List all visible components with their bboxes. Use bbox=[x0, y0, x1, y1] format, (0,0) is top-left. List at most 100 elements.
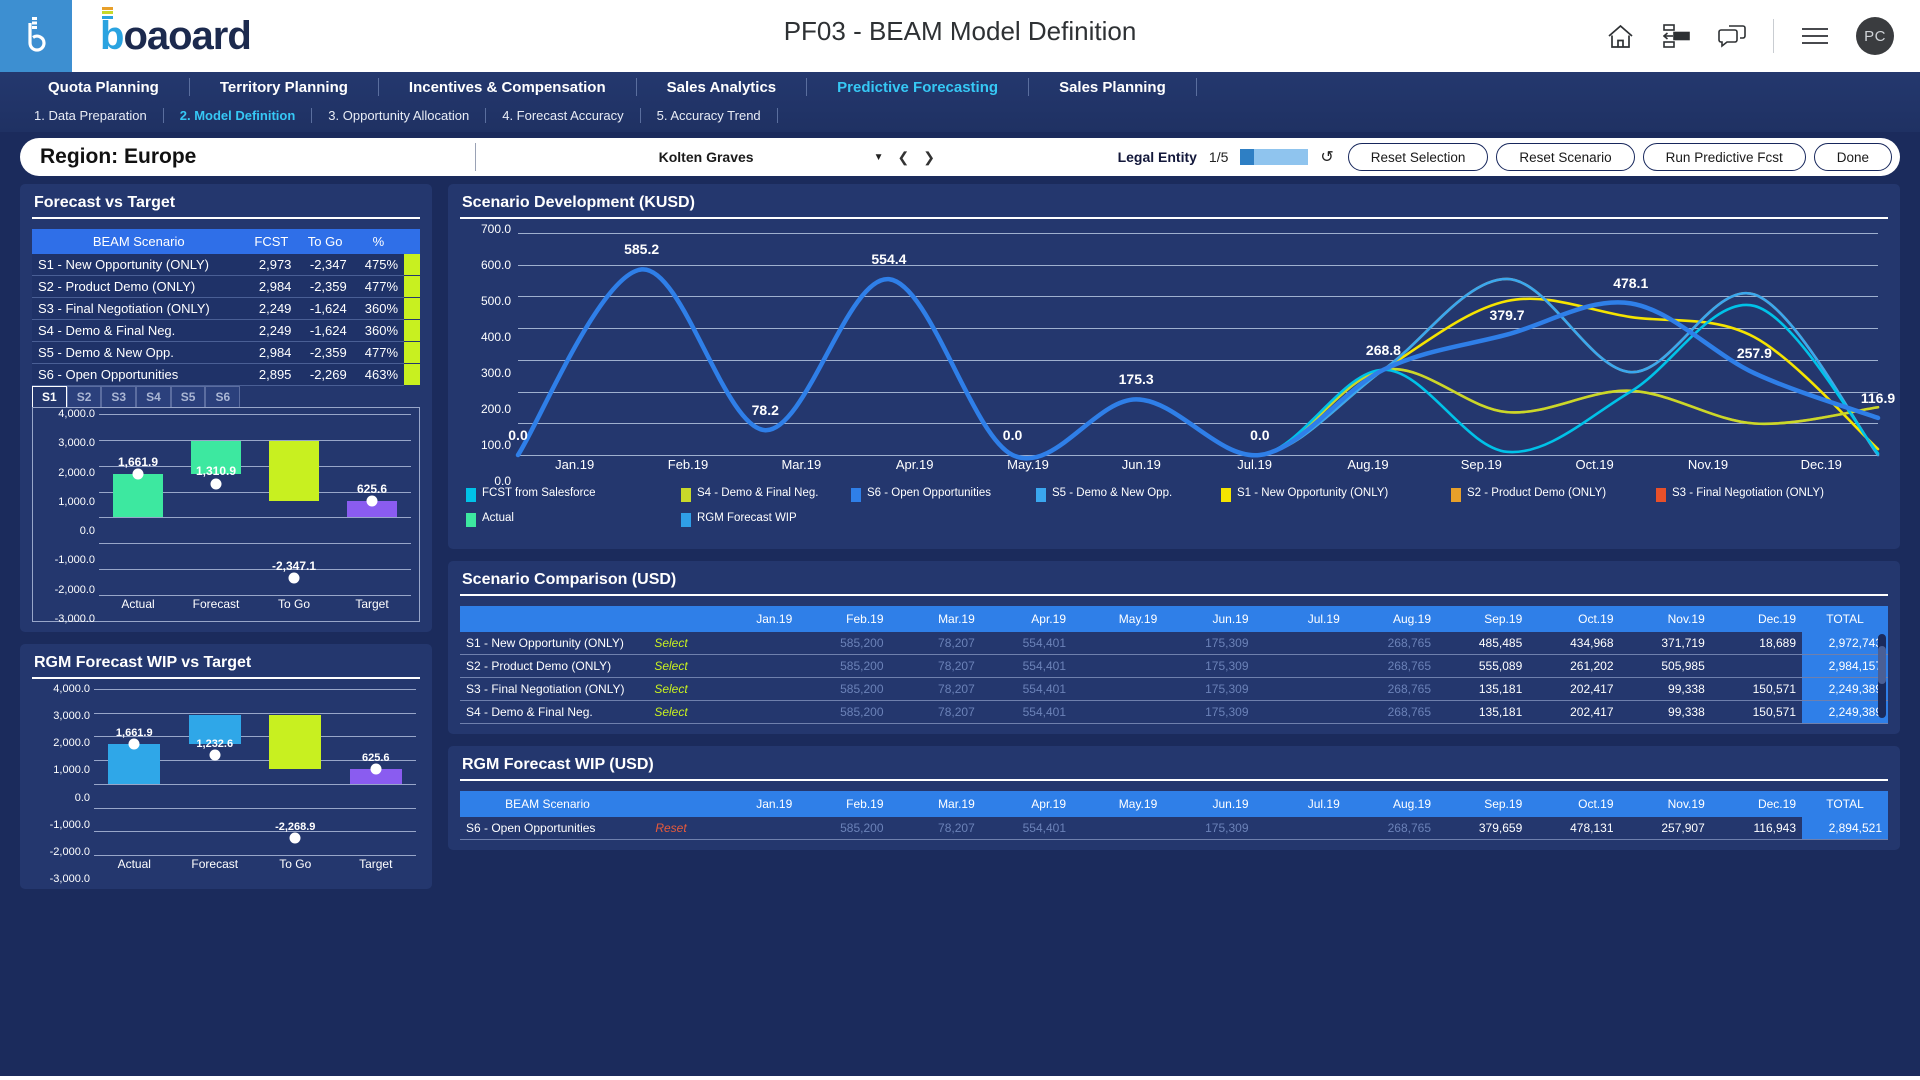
table-header-row: BEAM Scenario FCST To Go% bbox=[32, 229, 420, 254]
plot-area: 1,661.9 1,232.6 -2,268.9 625.6 bbox=[94, 689, 416, 856]
legend-item[interactable]: S4 - Demo & Final Neg. bbox=[681, 487, 851, 502]
scenario-tab-s5[interactable]: S5 bbox=[170, 386, 206, 407]
table-row[interactable]: S1 - New Opportunity (ONLY) Select 585,200… bbox=[460, 632, 1888, 655]
rgm-forecast-wip-table: BEAM Scenario Jan.19 Feb.19 Mar.19 Apr.19 May… bbox=[460, 791, 1888, 840]
table-row[interactable]: S4 - Demo & Final Neg. 2,249 -1,624 360% bbox=[32, 319, 420, 342]
nav-item-quota-planning[interactable]: Quota Planning bbox=[18, 79, 189, 96]
column-header: Jun.19 bbox=[1163, 606, 1255, 632]
data-label: 379.7 bbox=[1489, 306, 1525, 323]
reset-scenario-button[interactable]: Reset Scenario bbox=[1496, 143, 1635, 171]
nav-item-sales-planning[interactable]: Sales Planning bbox=[1029, 79, 1196, 96]
legend-item[interactable]: S1 - New Opportunity (ONLY) bbox=[1221, 487, 1451, 502]
x-axis-tick: Oct.19 bbox=[1575, 457, 1614, 472]
table-row[interactable]: S2 - Product Demo (ONLY) 2,984 -2,359 477% bbox=[32, 275, 420, 298]
table-cell: 135,181 bbox=[1437, 700, 1529, 724]
plot-area: 0.0 585.2 78.2 554.4 0.0 175.3 0.0 268.8 379.7 47… bbox=[518, 233, 1878, 455]
scenario-comparison-scroll[interactable]: Jan.19 Feb.19 Mar.19 Apr.19 May.19 Jun.19 Jul.… bbox=[460, 606, 1888, 724]
data-label: 0.0 bbox=[1250, 427, 1270, 444]
table-row[interactable]: S3 - Final Negotiation (ONLY) 2,249 -1,624… bbox=[32, 297, 420, 320]
column-header: Feb.19 bbox=[798, 606, 890, 632]
select-link[interactable]: Select bbox=[635, 700, 707, 724]
x-axis-tick: Actual bbox=[121, 597, 155, 611]
subnav-item-5-accuracy-trend[interactable]: 5. Accuracy Trend bbox=[641, 108, 777, 123]
subnav-item-1-data-preparation[interactable]: 1. Data Preparation bbox=[18, 108, 163, 123]
reset-selection-button[interactable]: Reset Selection bbox=[1347, 143, 1489, 171]
reset-link[interactable]: Reset bbox=[635, 817, 707, 840]
subnav-divider bbox=[776, 107, 778, 123]
percent-indicator-bar bbox=[404, 341, 420, 364]
reload-icon[interactable]: ↺ bbox=[1320, 147, 1333, 167]
table-cell: 78,207 bbox=[889, 723, 981, 724]
avatar[interactable]: PC bbox=[1856, 17, 1894, 55]
table-cell: 585,200 bbox=[798, 677, 890, 701]
data-label: 625.6 bbox=[356, 481, 388, 496]
scenario-tab-s6[interactable]: S6 bbox=[205, 386, 241, 407]
home-icon[interactable] bbox=[1605, 21, 1635, 51]
select-link[interactable]: Select bbox=[635, 677, 707, 701]
vertical-scrollbar[interactable] bbox=[1878, 634, 1886, 718]
nav-item-predictive-forecasting[interactable]: Predictive Forecasting bbox=[807, 79, 1028, 96]
row-label: S5 - Demo & New Opp. bbox=[460, 723, 635, 724]
table-row[interactable]: S5 - Demo & New Opp. 2,984 -2,359 477% bbox=[32, 341, 420, 364]
scenario-tab-s4[interactable]: S4 bbox=[136, 386, 171, 407]
legend-item[interactable]: Actual bbox=[466, 512, 681, 527]
data-point-marker bbox=[128, 738, 140, 750]
legend-item[interactable]: S5 - Demo & New Opp. bbox=[1036, 487, 1221, 502]
table-row[interactable]: S1 - New Opportunity (ONLY) 2,973 -2,347 47… bbox=[32, 254, 420, 276]
select-link[interactable]: Select bbox=[635, 723, 707, 724]
table-cell: S3 - Final Negotiation (ONLY) bbox=[32, 297, 246, 320]
table-row[interactable]: S3 - Final Negotiation (ONLY) Select 585,2… bbox=[460, 677, 1888, 701]
nav-item-incentives-compensation[interactable]: Incentives & Compensation bbox=[379, 79, 636, 96]
scrollbar-thumb[interactable] bbox=[1878, 645, 1886, 685]
subnav-item-4-forecast-accuracy[interactable]: 4. Forecast Accuracy bbox=[486, 108, 639, 123]
legend-item[interactable]: S2 - Product Demo (ONLY) bbox=[1451, 487, 1656, 502]
scenario-tab-s3[interactable]: S3 bbox=[101, 386, 137, 407]
done-button[interactable]: Done bbox=[1813, 143, 1892, 171]
grid-line bbox=[99, 569, 411, 571]
legend-item[interactable]: RGM Forecast WIP bbox=[681, 512, 896, 527]
board-logo-mark[interactable] bbox=[0, 0, 72, 72]
layout-panel-icon[interactable] bbox=[1661, 21, 1691, 51]
scenario-tab-s1[interactable]: S1 bbox=[32, 386, 67, 407]
table-cell: 78,207 bbox=[889, 817, 981, 840]
progress-bar[interactable] bbox=[1240, 149, 1309, 165]
region-selector[interactable]: Region: Europe bbox=[20, 145, 475, 169]
table-row[interactable]: S4 - Demo & Final Neg. Select 585,200 78,20… bbox=[460, 700, 1888, 724]
select-link[interactable]: Select bbox=[635, 632, 707, 655]
table-cell: 135,181 bbox=[1437, 677, 1529, 701]
chat-icon[interactable] bbox=[1717, 21, 1747, 51]
next-arrow-icon[interactable]: ❯ bbox=[923, 149, 935, 166]
table-row[interactable]: S5 - Demo & New Opp.Select585,20078,2075… bbox=[460, 723, 1888, 724]
column-header: TOTAL bbox=[1802, 606, 1888, 632]
prev-arrow-icon[interactable]: ❮ bbox=[897, 149, 909, 166]
table-cell bbox=[1710, 723, 1802, 724]
select-link[interactable]: Select bbox=[635, 654, 707, 678]
run-predictive-fcst-button[interactable]: Run Predictive Fcst bbox=[1642, 143, 1806, 171]
table-row[interactable]: S2 - Product Demo (ONLY) Select 585,200 78,… bbox=[460, 654, 1888, 678]
column-header: May.19 bbox=[1072, 606, 1164, 632]
legend-item[interactable]: FCST from Salesforce bbox=[466, 487, 681, 502]
legend-item[interactable]: S6 - Open Opportunities bbox=[851, 487, 1036, 502]
nav-item-sales-analytics[interactable]: Sales Analytics bbox=[637, 79, 807, 96]
data-label: -2,347.1 bbox=[271, 558, 317, 573]
x-axis-tick: Target bbox=[359, 857, 393, 871]
table-row[interactable]: S6 - Open Opportunities Reset 585,200 78,20… bbox=[460, 817, 1888, 840]
legend-swatch bbox=[681, 488, 691, 502]
hamburger-menu-icon[interactable] bbox=[1800, 21, 1830, 51]
nav-item-territory-planning[interactable]: Territory Planning bbox=[190, 79, 378, 96]
subnav-item-2-model-definition[interactable]: 2. Model Definition bbox=[164, 108, 312, 123]
header-icon-group: PC bbox=[1605, 17, 1920, 55]
footer-strip bbox=[0, 1076, 1920, 1080]
chevron-down-icon[interactable]: ▼ bbox=[874, 152, 884, 163]
table-row[interactable]: S6 - Open Opportunities 2,895 -2,269 463% bbox=[32, 363, 420, 386]
entity-selector[interactable]: Kolten Graves ▼ ❮ ❯ bbox=[476, 149, 1118, 166]
legend-item[interactable]: S3 - Final Negotiation (ONLY) bbox=[1656, 487, 1824, 502]
data-point-marker bbox=[132, 468, 144, 480]
subnav-item-3-opportunity-allocation[interactable]: 3. Opportunity Allocation bbox=[312, 108, 485, 123]
y-axis-tick: 200.0 bbox=[480, 402, 511, 416]
data-label: 1,310.9 bbox=[195, 464, 237, 479]
brand-text: oa bbox=[123, 13, 169, 58]
table-cell bbox=[1710, 654, 1802, 678]
data-label: 116.9 bbox=[1860, 389, 1896, 406]
scenario-tab-s2[interactable]: S2 bbox=[66, 386, 102, 407]
